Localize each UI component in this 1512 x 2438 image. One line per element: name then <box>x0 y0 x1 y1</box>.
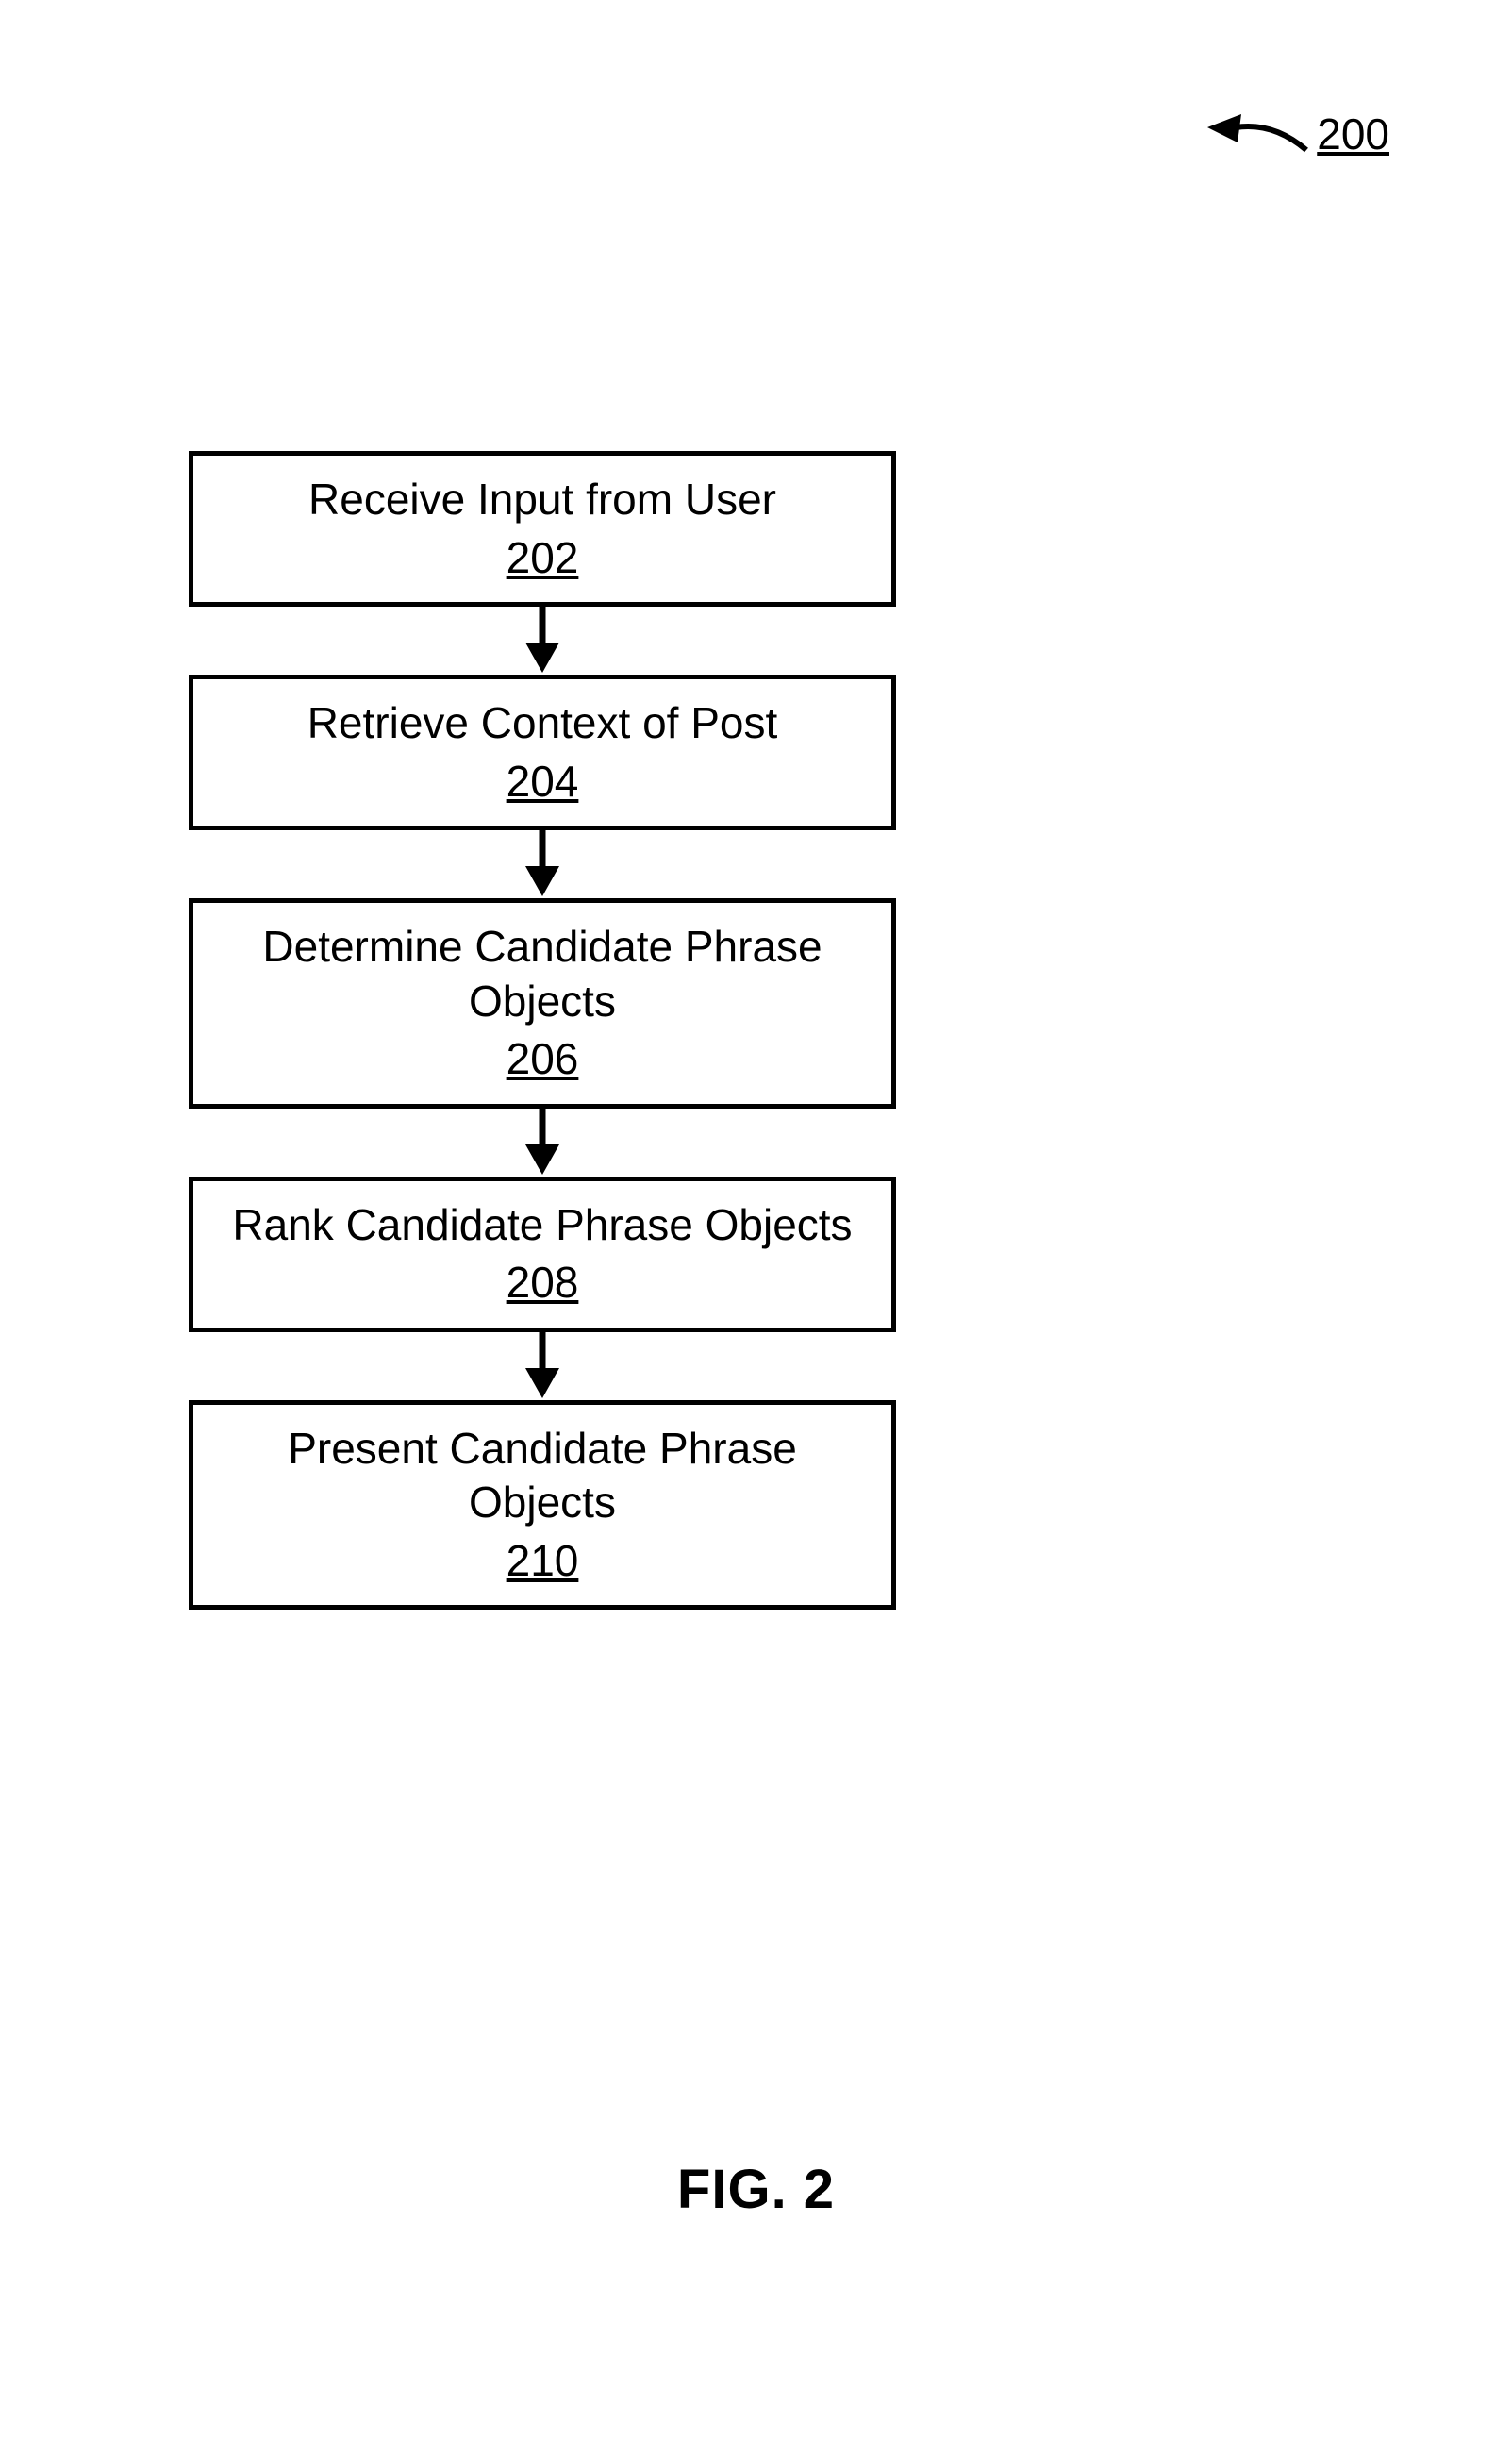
figure-caption: FIG. 2 <box>0 2158 1512 2221</box>
flowchart: Receive Input from User 202 Retrieve Con… <box>189 451 896 1610</box>
arrow-down-icon <box>520 607 565 675</box>
step-rank-candidates: Rank Candidate Phrase Objects 208 <box>189 1177 896 1332</box>
arrow-down-icon <box>520 830 565 898</box>
step-retrieve-context: Retrieve Context of Post 204 <box>189 675 896 830</box>
step-label: Determine Candidate Phrase Objects <box>222 920 863 1028</box>
step-present-candidates: Present Candidate Phrase Objects 210 <box>189 1400 896 1611</box>
step-label: Rank Candidate Phrase Objects <box>232 1198 852 1253</box>
step-label: Retrieve Context of Post <box>307 696 778 751</box>
step-determine-candidates: Determine Candidate Phrase Objects 206 <box>189 898 896 1109</box>
step-label: Receive Input from User <box>308 473 776 527</box>
figure-ref-indicator: 200 <box>1207 109 1389 159</box>
step-number: 202 <box>507 531 579 586</box>
figure-ref-number: 200 <box>1317 109 1389 159</box>
arrow-down-icon <box>520 1109 565 1177</box>
step-receive-input: Receive Input from User 202 <box>189 451 896 607</box>
step-number: 204 <box>507 755 579 810</box>
ref-arrow-icon <box>1207 110 1311 158</box>
step-number: 208 <box>507 1256 579 1311</box>
step-label: Present Candidate Phrase Objects <box>222 1422 863 1530</box>
patent-figure-page: 200 Receive Input from User 202 Retrieve… <box>0 0 1512 2438</box>
arrow-down-icon <box>520 1332 565 1400</box>
step-number: 210 <box>507 1534 579 1589</box>
step-number: 206 <box>507 1032 579 1087</box>
